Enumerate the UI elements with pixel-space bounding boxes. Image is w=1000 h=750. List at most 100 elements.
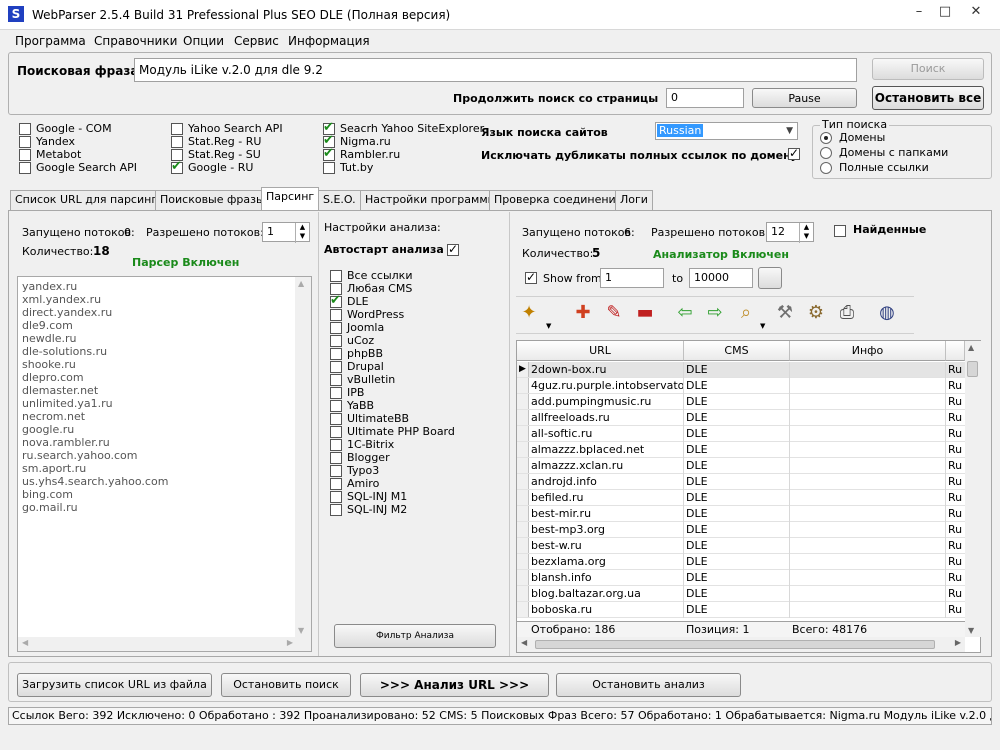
column-header-cms[interactable]: CMS: [684, 341, 790, 361]
list-item[interactable]: us.yhs4.search.yahoo.com: [22, 475, 168, 488]
load-url-file-button[interactable]: Загрузить список URL из файла: [17, 673, 212, 697]
cms-checkbox[interactable]: [330, 400, 342, 412]
chevron-down-icon[interactable]: ▼: [760, 322, 765, 330]
scroll-right-icon[interactable]: ▶: [287, 638, 293, 647]
table-row[interactable]: add.pumpingmusic.ru DLE Ru: [517, 394, 965, 410]
scroll-thumb[interactable]: [967, 361, 978, 377]
cms-checkbox[interactable]: [330, 322, 342, 334]
minimize-button[interactable]: –: [906, 2, 932, 24]
cms-checkbox[interactable]: [330, 335, 342, 347]
cms-checkbox[interactable]: [330, 426, 342, 438]
arrow-left-icon[interactable]: ⇦: [672, 300, 698, 326]
scroll-left-icon[interactable]: ◀: [22, 638, 28, 647]
scroll-up-icon[interactable]: ▲: [298, 279, 304, 288]
list-item[interactable]: yandex.ru: [22, 280, 77, 293]
engine-checkbox[interactable]: [171, 159, 183, 174]
menu-program[interactable]: Программа: [15, 34, 86, 48]
list-item[interactable]: direct.yandex.ru: [22, 306, 112, 319]
grid-horizontal-scrollbar[interactable]: ◀ ▶: [517, 637, 965, 652]
parser-site-list[interactable]: yandex.ru xml.yandex.ru direct.yandex.ru dl…: [17, 276, 312, 652]
radio-domains-folders[interactable]: [820, 147, 832, 159]
engine-checkbox[interactable]: [323, 162, 335, 174]
show-from-checkbox[interactable]: [525, 270, 537, 284]
scroll-thumb[interactable]: [535, 640, 935, 649]
engine-checkbox[interactable]: [19, 123, 31, 135]
engine-checkbox[interactable]: [19, 136, 31, 148]
radio-domains[interactable]: [820, 132, 832, 144]
wrench-icon[interactable]: ⚒: [772, 300, 798, 326]
table-row[interactable]: best-w.ru DLE Ru: [517, 538, 965, 554]
search-phrase-input[interactable]: Модуль iLike v.2.0 для dle 9.2: [134, 58, 857, 82]
table-row[interactable]: almazzz.bplaced.net DLE Ru: [517, 442, 965, 458]
table-row[interactable]: ▶ 2down-box.ru DLE Ru: [517, 362, 965, 378]
scroll-down-icon[interactable]: ▼: [968, 626, 974, 635]
tab-search-phrases[interactable]: Поисковые фразы: [155, 190, 270, 210]
magic-wand-icon[interactable]: ✦: [516, 300, 542, 326]
tab-connection-check[interactable]: Проверка соединения: [489, 190, 628, 210]
table-row[interactable]: androjd.info DLE Ru: [517, 474, 965, 490]
table-row[interactable]: almazzz.xclan.ru DLE Ru: [517, 458, 965, 474]
found-checkbox[interactable]: [834, 225, 846, 237]
close-button[interactable]: ✕: [958, 2, 994, 24]
menu-service[interactable]: Сервис: [234, 34, 279, 48]
cms-checkbox[interactable]: [330, 465, 342, 477]
menu-information[interactable]: Информация: [288, 34, 370, 48]
list-item[interactable]: dlepro.com: [22, 371, 84, 384]
list-item[interactable]: go.mail.ru: [22, 501, 78, 514]
table-row[interactable]: allfreeloads.ru DLE Ru: [517, 410, 965, 426]
stop-analysis-button[interactable]: Остановить анализ: [556, 673, 741, 697]
stop-all-button[interactable]: Остановить все: [872, 86, 984, 110]
add-document-icon[interactable]: ✚: [570, 300, 596, 326]
list-item[interactable]: dle9.com: [22, 319, 73, 332]
engine-checkbox[interactable]: [19, 162, 31, 174]
cms-checkbox[interactable]: [330, 361, 342, 373]
engine-checkbox[interactable]: [171, 136, 183, 148]
stop-search-button[interactable]: Остановить поиск: [221, 673, 351, 697]
list-item[interactable]: unlimited.ya1.ru: [22, 397, 113, 410]
table-row[interactable]: blog.baltazar.org.ua DLE Ru: [517, 586, 965, 602]
list-item[interactable]: google.ru: [22, 423, 74, 436]
list-item[interactable]: ru.search.yahoo.com: [22, 449, 138, 462]
table-row[interactable]: all-softic.ru DLE Ru: [517, 426, 965, 442]
cms-checkbox[interactable]: [330, 413, 342, 425]
menu-references[interactable]: Справочники: [94, 34, 177, 48]
maximize-button[interactable]: □: [932, 2, 958, 24]
search-button[interactable]: Поиск: [872, 58, 984, 80]
tools-icon[interactable]: ⚙: [803, 300, 829, 326]
tab-url-list[interactable]: Список URL для парсинга: [10, 190, 169, 210]
dedupe-checkbox[interactable]: [788, 146, 800, 160]
tab-parsing[interactable]: Парсинг: [261, 187, 320, 211]
globe-icon[interactable]: ◍: [874, 300, 900, 326]
column-header-info[interactable]: Инфо: [790, 341, 946, 361]
list-item[interactable]: newdle.ru: [22, 332, 77, 345]
scroll-right-icon[interactable]: ▶: [955, 638, 961, 647]
show-to-input[interactable]: 10000: [689, 268, 753, 288]
tab-logs[interactable]: Логи: [615, 190, 653, 210]
search-folder-icon[interactable]: ⌕: [733, 300, 759, 326]
engine-checkbox[interactable]: [323, 146, 335, 161]
cms-checkbox[interactable]: [330, 309, 342, 321]
parser-threads-input[interactable]: 1 ▲ ▼: [262, 222, 310, 243]
cms-checkbox[interactable]: [330, 504, 342, 516]
cms-checkbox[interactable]: [330, 293, 342, 308]
list-vertical-scrollbar[interactable]: ▲ ▼: [295, 277, 311, 637]
grid-vertical-scrollbar[interactable]: ▲ ▼: [965, 341, 981, 637]
list-item[interactable]: xml.yandex.ru: [22, 293, 101, 306]
table-row[interactable]: bezxlama.org DLE Ru: [517, 554, 965, 570]
autostart-checkbox[interactable]: [447, 242, 459, 256]
list-item[interactable]: necrom.net: [22, 410, 85, 423]
table-row[interactable]: blansh.info DLE Ru: [517, 570, 965, 586]
analyze-url-button[interactable]: >>> Анализ URL >>>: [360, 673, 549, 697]
list-item[interactable]: bing.com: [22, 488, 73, 501]
start-page-input[interactable]: 0: [666, 88, 744, 108]
arrow-right-icon[interactable]: ⇨: [702, 300, 728, 326]
radio-full-links[interactable]: [820, 162, 832, 174]
table-row[interactable]: best-mp3.org DLE Ru: [517, 522, 965, 538]
delete-document-icon[interactable]: ▬: [632, 300, 658, 326]
menu-options[interactable]: Опции: [183, 34, 224, 48]
tab-seo[interactable]: S.E.O.: [318, 190, 361, 210]
cms-checkbox[interactable]: [330, 491, 342, 503]
edit-document-icon[interactable]: ✎: [601, 300, 627, 326]
show-from-input[interactable]: 1: [600, 268, 664, 288]
spinner-icon[interactable]: ▲ ▼: [799, 223, 813, 243]
